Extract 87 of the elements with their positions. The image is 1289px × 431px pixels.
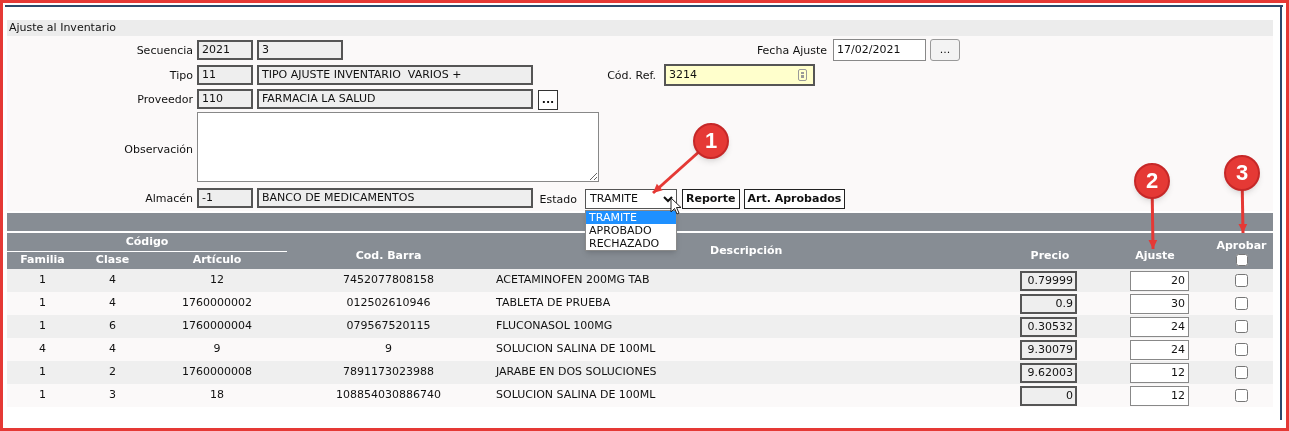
table-cell: 3 [109, 388, 116, 402]
field-label: Cód. Ref. [607, 68, 656, 84]
column-header: Familia [20, 253, 65, 266]
status-dropdown[interactable]: TRAMITE [585, 189, 677, 209]
column-header: Precio [1030, 248, 1070, 262]
table-cell: SOLUCION SALINA DE 100ML [496, 388, 656, 402]
reference-field[interactable]: 3214 [664, 64, 815, 86]
code-field[interactable]: 2021 [197, 40, 253, 60]
price-field: 0.9 [1020, 293, 1077, 314]
table-cell: 1760000002 [182, 296, 252, 310]
observation-field[interactable] [197, 112, 599, 182]
adjustment-field[interactable]: 12 [1130, 385, 1189, 406]
price-field: 0.79999 [1020, 270, 1077, 291]
field-label: Estado [539, 192, 577, 208]
table-cell: 2 [109, 365, 116, 379]
table-cell: 12 [210, 273, 224, 287]
table-cell: 4 [109, 296, 116, 310]
table-cell: 1 [39, 296, 46, 310]
approve-checkbox[interactable] [1235, 296, 1248, 310]
approved-items-button[interactable]: Art. Aprobados [743, 189, 846, 209]
table-cell: 012502610946 [346, 296, 431, 310]
price-field: 9.62003 [1020, 362, 1077, 383]
field-label: Proveedor [137, 92, 193, 108]
adjustment-field[interactable]: 20 [1130, 270, 1189, 291]
column-header: Artículo [192, 253, 242, 266]
table-cell: 1 [39, 273, 46, 287]
approve-checkbox[interactable] [1235, 365, 1248, 379]
text-field[interactable]: BANCO DE MEDICAMENTOS [257, 188, 533, 208]
column-header: Aprobar [1216, 238, 1267, 252]
text-field[interactable]: TIPO AJUSTE INVENTARIO VARIOS + [257, 65, 533, 85]
table-cell: 4 [109, 273, 116, 287]
date-picker-button[interactable]: ... [930, 39, 960, 61]
adjustment-field[interactable]: 24 [1130, 339, 1189, 360]
column-header: Cod. Barra [355, 248, 422, 262]
report-button[interactable]: Reporte [682, 189, 740, 209]
adjustment-field[interactable]: 24 [1130, 316, 1189, 337]
table-cell: 108854030886740 [336, 388, 441, 402]
price-field: 9.30079 [1020, 339, 1077, 360]
field-label: Almacén [145, 191, 193, 207]
table-cell: 7891173023988 [343, 365, 434, 379]
price-field: 0 [1020, 385, 1077, 406]
approve-checkbox[interactable] [1235, 273, 1248, 287]
date-field[interactable]: 17/02/2021 [833, 39, 926, 61]
table-cell: 4 [39, 342, 46, 356]
select-all-checkbox[interactable] [1235, 254, 1248, 266]
table-cell: 1760000004 [182, 319, 252, 333]
dropdown-option[interactable]: RECHAZADO [586, 237, 676, 250]
table-cell: 4 [109, 342, 116, 356]
code-field[interactable]: 11 [197, 65, 253, 85]
code-field[interactable]: -1 [197, 188, 253, 208]
code-field[interactable]: 110 [197, 89, 253, 109]
table-cell: 7452077808158 [343, 273, 434, 287]
approve-checkbox[interactable] [1235, 342, 1248, 356]
price-field: 0.30532 [1020, 316, 1077, 337]
chevron-down-icon [663, 195, 673, 203]
approve-checkbox[interactable] [1235, 319, 1248, 333]
table-cell: 9 [213, 342, 221, 356]
field-label: Fecha Ajuste [756, 43, 827, 59]
table-cell: 18 [210, 388, 224, 402]
dropdown-option[interactable]: APROBADO [586, 224, 676, 237]
approve-checkbox[interactable] [1235, 388, 1248, 402]
text-field[interactable]: 3 [257, 40, 343, 60]
adjustment-field[interactable]: 30 [1130, 293, 1189, 314]
table-cell: 1 [39, 388, 46, 402]
column-header: Descripción [710, 243, 783, 257]
text-field[interactable]: FARMACIA LA SALUD [257, 89, 533, 109]
table-cell: FLUCONASOL 100MG [496, 319, 613, 333]
field-label: Observación [124, 142, 193, 158]
column-header: Clase [95, 253, 130, 266]
column-group-header: Código [125, 234, 169, 248]
field-label: Tipo [169, 68, 193, 84]
adjustment-field[interactable]: 12 [1130, 362, 1189, 383]
table-cell: SOLUCION SALINA DE 100ML [496, 342, 656, 356]
table-cell: JARABE EN DOS SOLUCIONES [496, 365, 657, 379]
table-cell: 1760000008 [182, 365, 252, 379]
column-header: Ajuste [1135, 248, 1175, 262]
table-cell: 6 [109, 319, 116, 333]
table-cell: 1 [39, 319, 46, 333]
field-label: Secuencia [136, 43, 193, 59]
browse-button[interactable]: ... [538, 90, 558, 110]
spinner-icon [798, 69, 807, 81]
table-cell: ACETAMINOFEN 200MG TAB [496, 273, 650, 287]
table-cell: TABLETA DE PRUEBA [496, 296, 611, 310]
window-title: Ajuste al Inventario [7, 20, 1273, 36]
table-cell: 9 [385, 342, 392, 356]
table-cell: 1 [39, 365, 46, 379]
table-cell: 079567520115 [346, 319, 431, 333]
